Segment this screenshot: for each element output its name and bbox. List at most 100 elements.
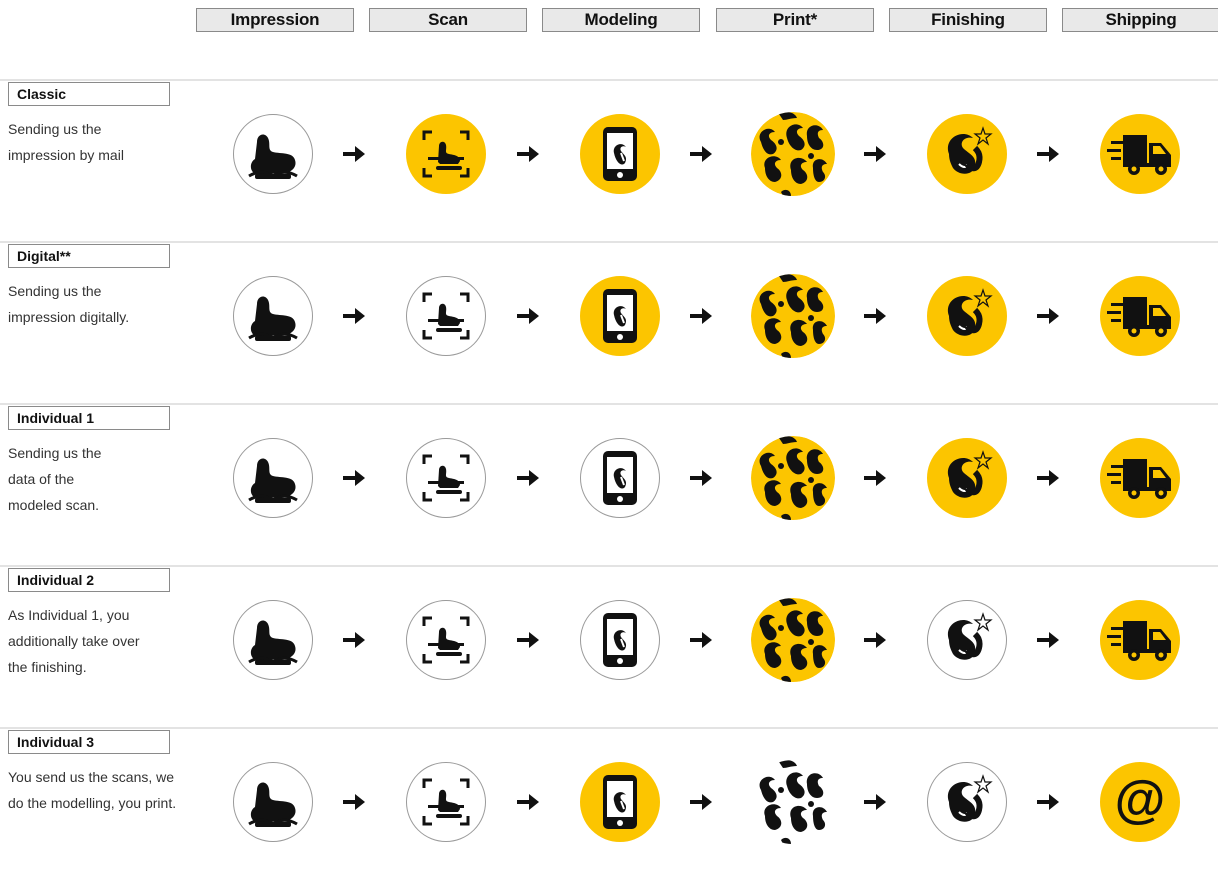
arrow-right-icon	[690, 308, 712, 324]
arrow-right-icon	[690, 470, 712, 486]
scan-icon	[418, 450, 474, 506]
truck-icon	[1107, 617, 1173, 663]
arrow-right-icon	[343, 794, 365, 810]
arrow-right-icon	[1037, 794, 1059, 810]
column-header-print: Print*	[716, 8, 874, 32]
row-label: Digital**	[8, 244, 170, 268]
stage-scan	[406, 276, 486, 356]
column-header-finishing: Finishing	[889, 8, 1047, 32]
at-icon: @	[1114, 771, 1166, 829]
finishing-icon	[937, 772, 997, 832]
stage-shipping	[1100, 114, 1180, 194]
arrow-right-icon	[517, 308, 539, 324]
stage-impression	[233, 276, 313, 356]
arrow-right-icon	[864, 146, 886, 162]
arrow-right-icon	[864, 794, 886, 810]
stage-scan	[406, 114, 486, 194]
row-description: As Individual 1, you additionally take o…	[8, 607, 140, 675]
row-separator	[0, 79, 1218, 81]
stage-impression	[233, 600, 313, 680]
arrow-right-icon	[690, 632, 712, 648]
print-pattern-icon	[751, 598, 835, 682]
scan-icon	[418, 774, 474, 830]
stage-finishing	[927, 276, 1007, 356]
finishing-icon	[937, 286, 997, 346]
stage-scan	[406, 762, 486, 842]
stage-print	[751, 274, 835, 358]
scan-icon	[418, 126, 474, 182]
arrow-right-icon	[1037, 632, 1059, 648]
arrow-right-icon	[690, 146, 712, 162]
stage-print	[751, 112, 835, 196]
column-header-modeling: Modeling	[542, 8, 700, 32]
impression-icon	[241, 450, 305, 506]
phone-model-icon	[600, 611, 640, 669]
print-pattern-icon	[751, 112, 835, 196]
truck-icon	[1107, 293, 1173, 339]
stage-impression	[233, 438, 313, 518]
stage-impression	[233, 114, 313, 194]
stage-impression	[233, 762, 313, 842]
stage-finishing	[927, 762, 1007, 842]
arrow-right-icon	[864, 470, 886, 486]
row-label: Individual 2	[8, 568, 170, 592]
row-description: You send us the scans, we do the modelli…	[8, 769, 177, 811]
phone-model-icon	[600, 125, 640, 183]
stage-print	[751, 760, 835, 844]
arrow-right-icon	[517, 470, 539, 486]
stage-modeling	[580, 762, 660, 842]
impression-icon	[241, 774, 305, 830]
arrow-right-icon	[1037, 308, 1059, 324]
stage-scan	[406, 438, 486, 518]
stage-shipping: @	[1100, 762, 1180, 842]
row-label: Individual 1	[8, 406, 170, 430]
stage-finishing	[927, 438, 1007, 518]
stage-finishing	[927, 600, 1007, 680]
stage-shipping	[1100, 438, 1180, 518]
row-label: Classic	[8, 82, 170, 106]
arrow-right-icon	[517, 146, 539, 162]
column-header-scan: Scan	[369, 8, 527, 32]
arrow-right-icon	[343, 308, 365, 324]
arrow-right-icon	[517, 794, 539, 810]
stage-modeling	[580, 600, 660, 680]
column-header-impression: Impression	[196, 8, 354, 32]
row-separator	[0, 241, 1218, 243]
impression-icon	[241, 612, 305, 668]
impression-icon	[241, 288, 305, 344]
row-separator	[0, 565, 1218, 567]
phone-model-icon	[600, 773, 640, 831]
row-label: Individual 3	[8, 730, 170, 754]
arrow-right-icon	[1037, 470, 1059, 486]
column-header-shipping: Shipping	[1062, 8, 1218, 32]
stage-shipping	[1100, 276, 1180, 356]
truck-icon	[1107, 131, 1173, 177]
arrow-right-icon	[343, 470, 365, 486]
finishing-icon	[937, 124, 997, 184]
arrow-right-icon	[690, 794, 712, 810]
phone-model-icon	[600, 449, 640, 507]
stage-scan	[406, 600, 486, 680]
row-description: Sending us the data of the modeled scan.	[8, 445, 102, 513]
scan-icon	[418, 612, 474, 668]
print-pattern-icon	[751, 274, 835, 358]
row-separator	[0, 403, 1218, 405]
truck-icon	[1107, 455, 1173, 501]
stage-modeling	[580, 114, 660, 194]
arrow-right-icon	[864, 308, 886, 324]
arrow-right-icon	[343, 632, 365, 648]
arrow-right-icon	[864, 632, 886, 648]
row-description: Sending us the impression digitally.	[8, 283, 130, 325]
phone-model-icon	[600, 287, 640, 345]
stage-shipping	[1100, 600, 1180, 680]
stage-print	[751, 598, 835, 682]
print-pattern-icon	[751, 760, 835, 844]
impression-icon	[241, 126, 305, 182]
arrow-right-icon	[1037, 146, 1059, 162]
row-separator	[0, 727, 1218, 729]
finishing-icon	[937, 610, 997, 670]
row-description: Sending us the impression by mail	[8, 121, 124, 163]
finishing-icon	[937, 448, 997, 508]
stage-modeling	[580, 276, 660, 356]
arrow-right-icon	[343, 146, 365, 162]
